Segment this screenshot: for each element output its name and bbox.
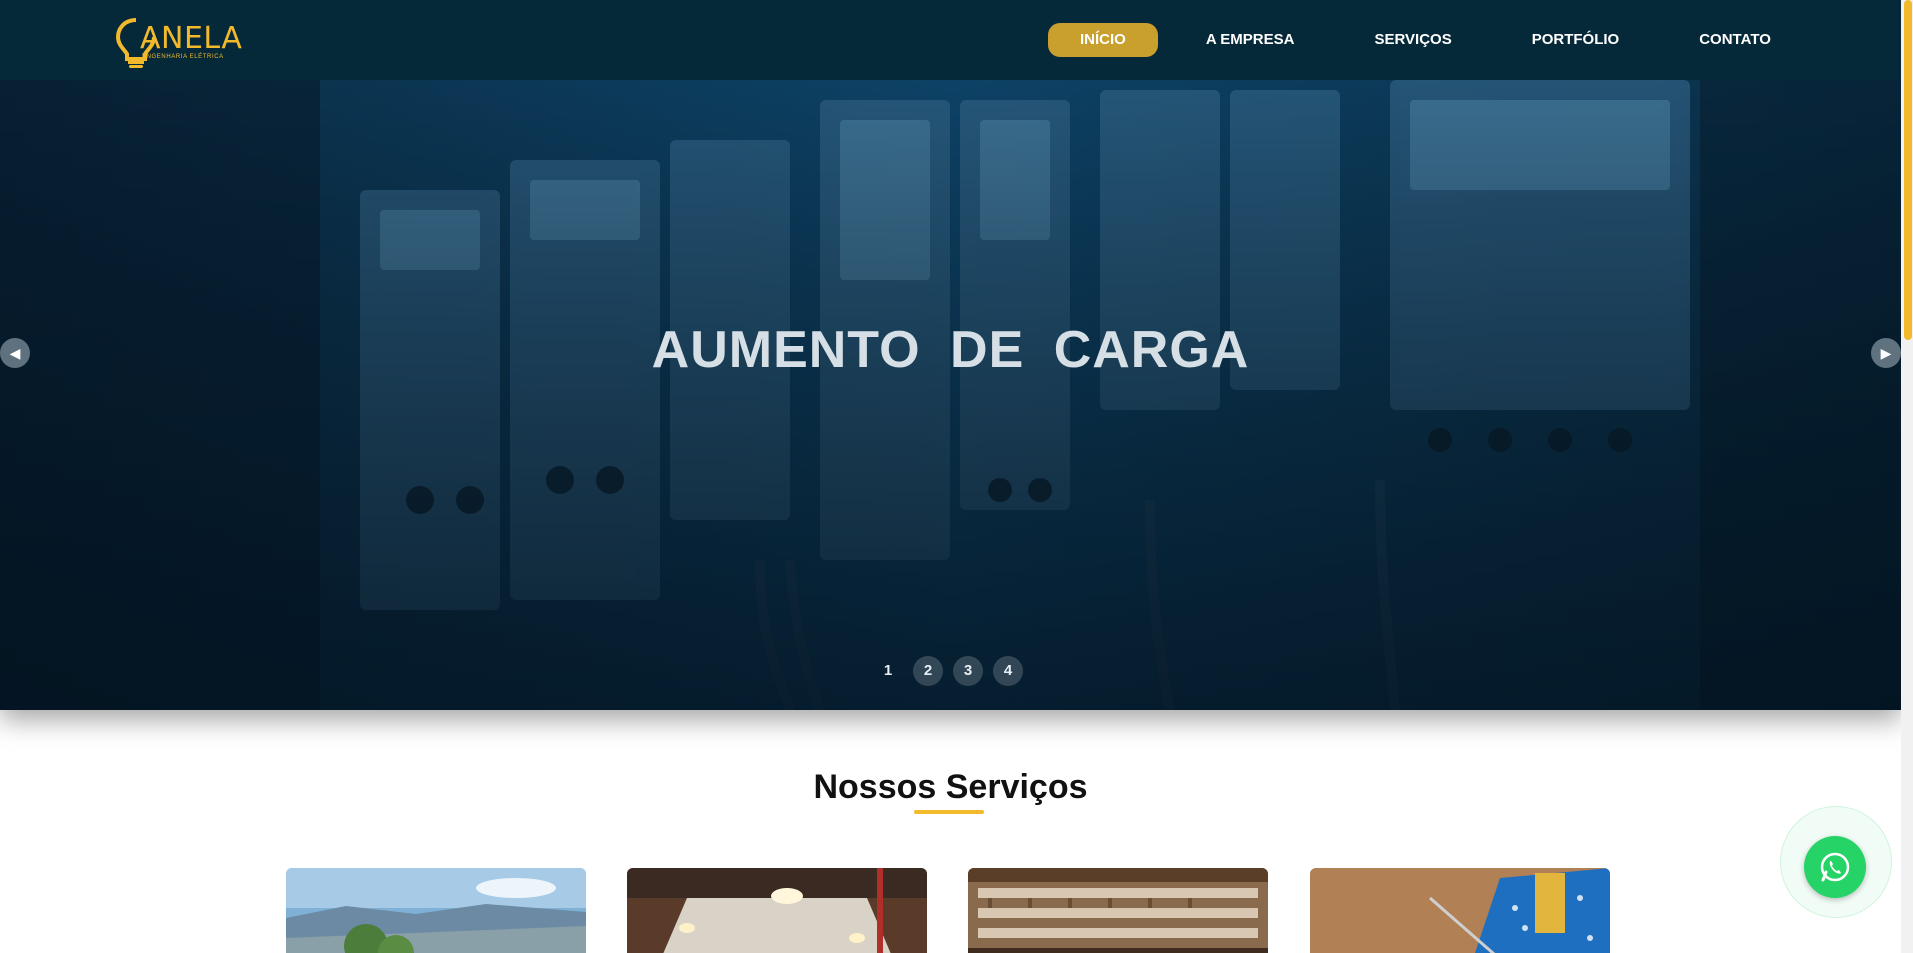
logo[interactable]: ANELA ENGENHARIA ELÉTRICA xyxy=(116,16,242,70)
hero-background-image xyxy=(0,80,1901,710)
slider-pagination: 1 2 3 4 xyxy=(873,656,1023,686)
slide-dot-2[interactable]: 2 xyxy=(913,656,943,686)
service-image-1 xyxy=(286,868,586,953)
nav-item-contato[interactable]: CONTATO xyxy=(1667,23,1803,57)
service-image-4 xyxy=(1310,868,1610,953)
slide-dot-1[interactable]: 1 xyxy=(873,656,903,686)
service-card-4[interactable] xyxy=(1310,868,1610,953)
service-image-3 xyxy=(968,868,1268,953)
service-image-2 xyxy=(627,868,927,953)
site-header: ANELA ENGENHARIA ELÉTRICA INÍCIO A EMPRE… xyxy=(0,0,1901,80)
logo-text: ANELA xyxy=(140,21,243,56)
scrollbar-thumb[interactable] xyxy=(1904,0,1912,340)
slide-dot-3[interactable]: 3 xyxy=(953,656,983,686)
arrow-right-icon: ▶ xyxy=(1880,345,1892,361)
heading-underline xyxy=(914,810,984,814)
logo-subtitle: ENGENHARIA ELÉTRICA xyxy=(142,54,224,60)
nav-item-servicos[interactable]: SERVIÇOS xyxy=(1342,23,1483,57)
slider-next-button[interactable]: ▶ xyxy=(1871,338,1901,368)
nav-item-inicio[interactable]: INÍCIO xyxy=(1048,23,1158,57)
page: ANELA ENGENHARIA ELÉTRICA INÍCIO A EMPRE… xyxy=(0,0,1901,953)
services-heading: Nossos Serviços xyxy=(813,768,1088,806)
nav-item-portfolio[interactable]: PORTFÓLIO xyxy=(1500,23,1652,57)
whatsapp-icon xyxy=(1820,852,1850,882)
service-card-1[interactable] xyxy=(286,868,586,953)
arrow-left-icon: ◀ xyxy=(9,345,21,361)
slider-prev-button[interactable]: ◀ xyxy=(0,338,30,368)
nav-item-a-empresa[interactable]: A EMPRESA xyxy=(1174,23,1327,57)
slide-dot-4[interactable]: 4 xyxy=(993,656,1023,686)
main-nav: INÍCIO A EMPRESA SERVIÇOS PORTFÓLIO CONT… xyxy=(1048,23,1819,57)
service-card-2[interactable] xyxy=(627,868,927,953)
hero-title: AUMENTO DE CARGA xyxy=(651,321,1250,379)
service-card-3[interactable] xyxy=(968,868,1268,953)
whatsapp-button[interactable] xyxy=(1804,836,1866,898)
hero-slider: AUMENTO DE CARGA ◀ ▶ 1 2 3 4 xyxy=(0,80,1901,710)
